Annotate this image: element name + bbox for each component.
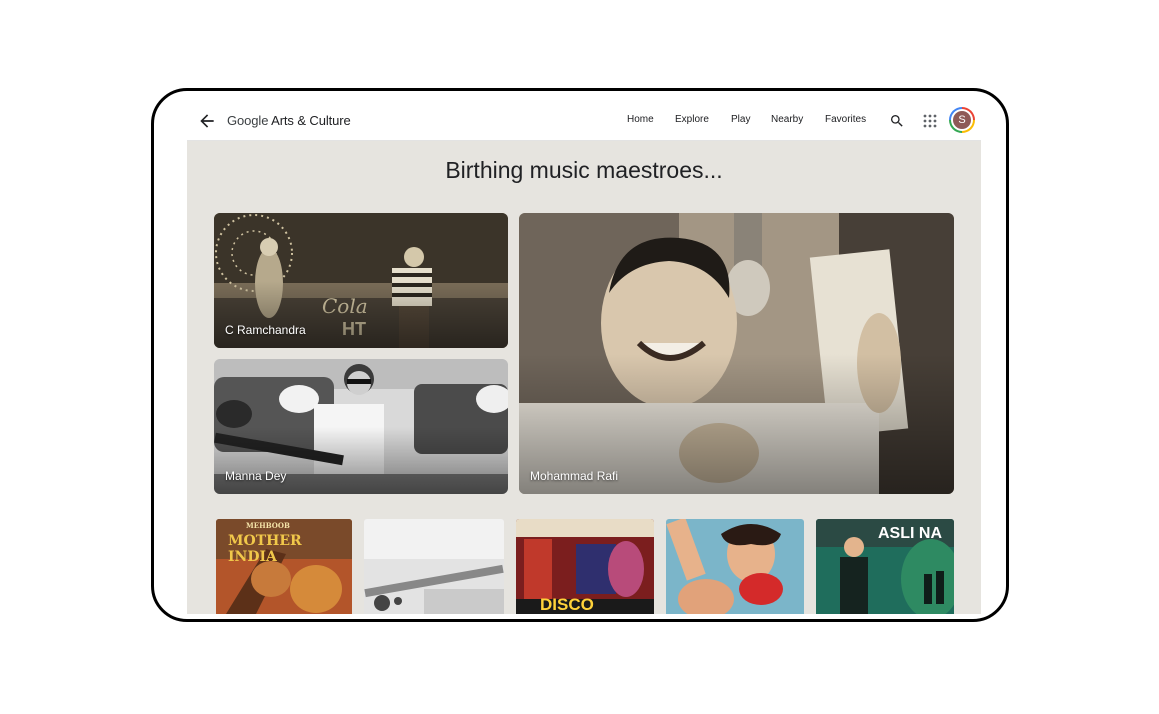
card-manna-dey[interactable]: Manna Dey [214,359,508,494]
thumbnail-veena[interactable] [364,519,504,614]
nav-explore[interactable]: Explore [675,114,709,125]
card-label: Mohammad Rafi [530,469,619,483]
card-c-ramchandra[interactable]: Cola HT C Ramchandra [214,213,508,348]
thumbnail-disco[interactable]: DISCO [516,519,654,614]
device-frame: Google Arts & Culture Home Explore Play … [151,88,1009,622]
thumbnail-asli-naqli[interactable]: ASLI NA [816,519,954,614]
top-app-bar: Google Arts & Culture Home Explore Play … [187,102,981,141]
search-icon [891,115,903,127]
thumbnail-mother-india[interactable]: MEHBOOB MOTHER INDIA [216,519,352,614]
thumbnail-small-text: MEHBOOB [246,521,290,530]
nav-nearby[interactable]: Nearby [771,114,803,125]
card-mohammad-rafi[interactable]: Mohammad Rafi [519,213,954,494]
browser-screen: Google Arts & Culture Home Explore Play … [187,102,981,614]
card-label: Manna Dey [225,469,287,483]
apps-grid-icon [923,114,937,128]
thumbnail-title: MOTHER INDIA [228,533,302,565]
back-button[interactable] [197,111,217,131]
section-title: Birthing music maestroes... [445,157,723,183]
thumbnail-image [666,519,804,614]
search-button[interactable] [889,113,905,129]
arrow-back-icon [200,114,214,128]
account-avatar[interactable]: S [949,107,975,133]
avatar-initial: S [953,111,971,129]
thumbnail-title: ASLI NA [878,525,942,542]
nav-play[interactable]: Play [731,114,750,125]
thumbnail-image [364,519,504,614]
logo-google-text: Google [227,113,269,128]
app-logo[interactable]: Google Arts & Culture [227,113,351,128]
thumbnail-poster-dancer[interactable] [666,519,804,614]
nav-home[interactable]: Home [627,114,654,125]
apps-button[interactable] [923,114,937,128]
nav-favorites[interactable]: Favorites [825,114,866,125]
thumbnail-title: DISCO [540,595,594,614]
story-section: Birthing music maestroes... C Ramchandra… [187,141,981,614]
card-label: C Ramchandra [225,323,306,337]
logo-arts-culture-text: Arts & Culture [268,113,351,128]
